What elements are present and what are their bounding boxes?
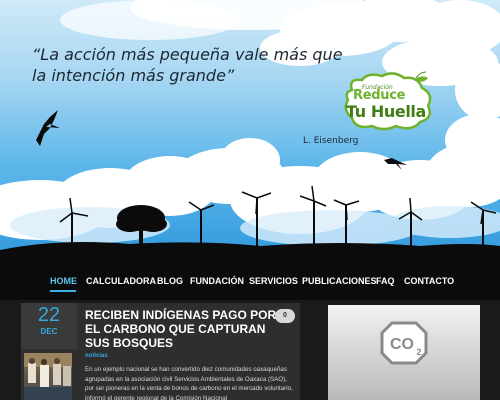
logo[interactable]: Fundación Reduce Tu Huella (342, 70, 434, 132)
people-photo-icon (24, 353, 72, 400)
nav-fundacion[interactable]: FUNDACIÓN (190, 276, 244, 286)
logo-tu-huella: Tu Huella (346, 102, 426, 121)
hero-banner: “La acción más pequeña vale más que la i… (0, 0, 500, 265)
blog-post: 22 DEC RECIBEN INDÍGENAS PAGO POR EL CAR… (21, 303, 300, 400)
eagle-icon (36, 110, 60, 146)
content-area: 22 DEC RECIBEN INDÍGENAS PAGO POR EL CAR… (0, 300, 500, 400)
post-category[interactable]: noticias (85, 353, 108, 359)
post-day: 22 (37, 304, 61, 326)
hero-quote: “La acción más pequeña vale más que la i… (32, 45, 343, 85)
svg-text:2: 2 (416, 347, 421, 357)
nav-home[interactable]: HOME (50, 276, 77, 286)
nav-servicios[interactable]: SERVICIOS (249, 276, 298, 286)
post-thumbnail[interactable] (24, 353, 72, 400)
nav-calculadora[interactable]: CALCULADORA (86, 276, 156, 286)
main-nav: HOME CALCULADORA BLOG FUNDACIÓN SERVICIO… (0, 265, 500, 300)
post-title[interactable]: RECIBEN INDÍGENAS PAGO POR EL CARBONO QU… (85, 308, 281, 350)
nav-faq[interactable]: FAQ (376, 276, 395, 286)
post-excerpt: En un ejemplo nacional se han convertido… (85, 366, 293, 400)
nav-blog[interactable]: BLOG (157, 276, 183, 286)
co2-widget[interactable]: CO 2 (328, 305, 480, 400)
svg-text:CO: CO (390, 336, 414, 353)
quote-author: L. Eisenberg (303, 136, 359, 146)
comment-count[interactable]: 0 (275, 309, 295, 323)
post-month: DEC (40, 327, 58, 336)
co2-badge-icon: CO 2 (380, 321, 428, 365)
date-box: 22 DEC (21, 303, 77, 349)
active-indicator (50, 290, 76, 292)
nav-contacto[interactable]: CONTACTO (404, 276, 454, 286)
hero-illustration (0, 0, 500, 265)
nav-publicaciones[interactable]: PUBLICACIONES (302, 276, 377, 286)
logo-reduce: Reduce (353, 88, 406, 103)
